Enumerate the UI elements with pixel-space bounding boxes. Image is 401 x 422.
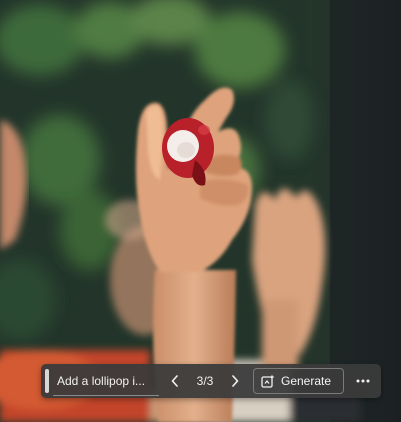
- chevron-left-icon: [171, 375, 178, 387]
- previous-variation-button[interactable]: [167, 369, 183, 393]
- generative-fill-toolbar: Add a lollipop i... 3/3 Generate: [41, 364, 381, 398]
- generate-sparkle-icon: [261, 374, 275, 388]
- more-options-button[interactable]: [352, 369, 374, 393]
- generate-label: Generate: [281, 374, 332, 388]
- generate-button[interactable]: Generate: [253, 368, 344, 394]
- prompt-input[interactable]: Add a lollipop i...: [57, 369, 155, 393]
- drag-handle[interactable]: [45, 369, 49, 393]
- prompt-underline: [53, 395, 159, 396]
- variation-counter: 3/3: [196, 374, 214, 388]
- next-variation-button[interactable]: [227, 369, 243, 393]
- background-photo: [0, 0, 401, 422]
- chevron-right-icon: [232, 375, 239, 387]
- more-horizontal-icon: [356, 379, 370, 383]
